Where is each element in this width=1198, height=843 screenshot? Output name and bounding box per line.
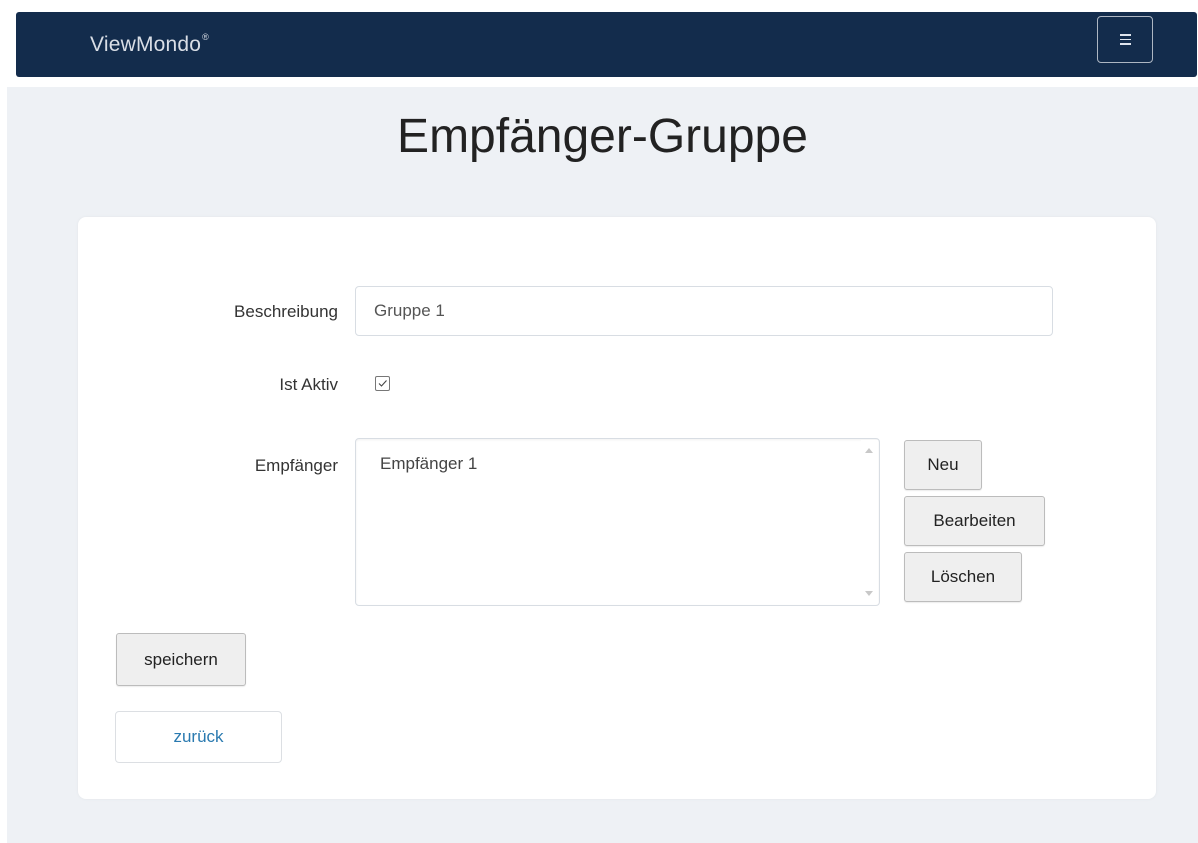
neu-button[interactable]: Neu	[904, 440, 982, 490]
bearbeiten-button[interactable]: Bearbeiten	[904, 496, 1045, 546]
empfaenger-label: Empfänger	[254, 456, 338, 475]
speichern-button[interactable]: speichern	[116, 633, 246, 686]
page-content: Empfänger-Gruppe Beschreibung Ist Aktiv …	[7, 87, 1198, 843]
form-card: Beschreibung Ist Aktiv Empfänger Empfäng…	[78, 217, 1156, 799]
hamburger-icon	[1119, 34, 1131, 45]
menu-toggle-button[interactable]	[1097, 16, 1153, 63]
registered-mark: ®	[202, 32, 209, 42]
beschreibung-label: Beschreibung	[234, 302, 338, 321]
loeschen-button[interactable]: Löschen	[904, 552, 1022, 602]
checkmark-icon	[378, 380, 387, 387]
scroll-down-arrow-icon[interactable]	[865, 591, 873, 596]
ist-aktiv-label: Ist Aktiv	[279, 375, 338, 394]
list-item[interactable]: Empfänger 1	[380, 454, 477, 474]
listbox-scrollbar[interactable]	[861, 440, 878, 604]
ist-aktiv-checkbox[interactable]	[375, 376, 390, 391]
top-navbar: ViewMondo®	[16, 12, 1197, 77]
brand-logo[interactable]: ViewMondo®	[90, 32, 209, 57]
empfaenger-listbox[interactable]: Empfänger 1	[355, 438, 880, 606]
zurueck-link[interactable]: zurück	[115, 711, 282, 763]
brand-name: ViewMondo	[90, 33, 202, 56]
beschreibung-input[interactable]	[355, 286, 1053, 336]
scroll-up-arrow-icon[interactable]	[865, 448, 873, 453]
page-title: Empfänger-Gruppe	[397, 110, 808, 163]
